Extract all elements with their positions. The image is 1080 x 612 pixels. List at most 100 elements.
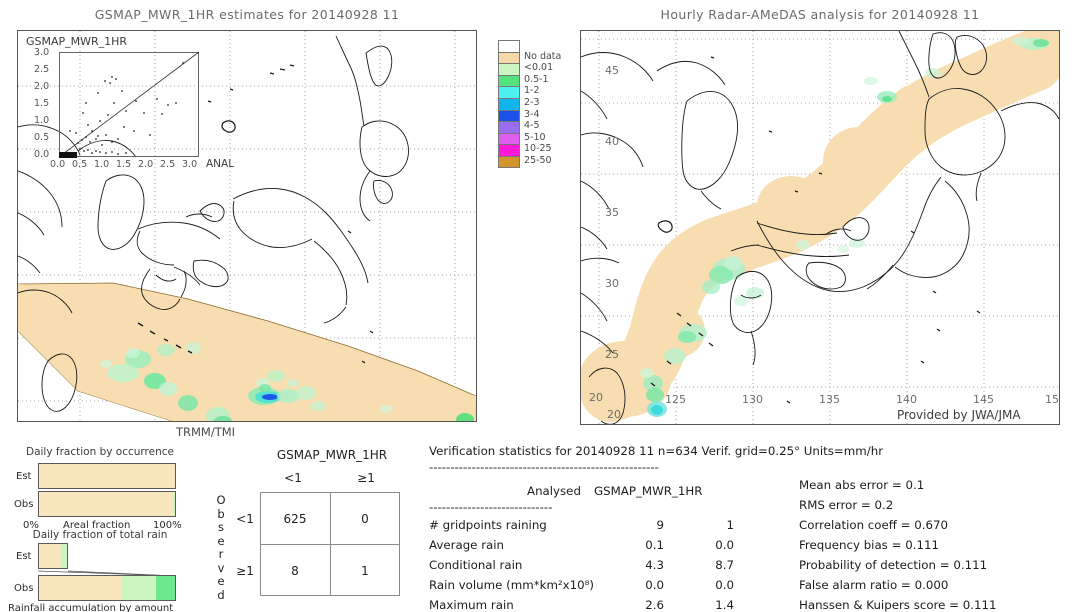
stats-row-analysed: 2.6	[645, 598, 664, 612]
left-panel-title: GSMAP_MWR_1HR estimates for 20140928 11	[94, 7, 400, 22]
bar-row-label-obs: Obs	[14, 583, 34, 594]
right-ytick-20: 20	[589, 391, 603, 404]
legend-label: 3-4	[524, 108, 540, 120]
bar-segment	[172, 492, 175, 516]
legend-swatch	[498, 97, 520, 110]
stats-row-label: # gridpoints raining	[429, 518, 547, 532]
stats-score: False alarm ratio = 0.000	[799, 578, 949, 592]
legend-label: 1-2	[524, 85, 540, 97]
stats-row-model: 0.0	[715, 578, 734, 592]
bar-row-label-obs: Obs	[14, 499, 34, 510]
right-xtick-135: 135	[819, 393, 840, 406]
contingency-cell-01: 0	[361, 512, 369, 526]
right-corner-label: 20	[607, 408, 621, 421]
legend-label: 25-50	[524, 154, 552, 166]
stats-row-model: 0.0	[715, 538, 734, 552]
bar-obs	[38, 491, 176, 517]
legend-label: 4-5	[524, 120, 540, 132]
stats-row-model: 8.7	[715, 558, 734, 572]
right-xtick-125: 125	[665, 393, 686, 406]
figure-root: GSMAP_MWR_1HR estimates for 20140928 11	[0, 0, 1080, 612]
chart-title: Daily fraction of total rain	[32, 529, 168, 541]
bar-axis-caption: Rainfall accumulation by amount	[8, 603, 174, 612]
stats-row-model: 1	[726, 518, 734, 532]
stats-score: Mean abs error = 0.1	[799, 478, 925, 492]
stats-score: Hanssen & Kuipers score = 0.111	[799, 598, 997, 612]
scatter-xtick-2.5: 2.5	[160, 159, 176, 170]
left-map-panel: GSMAP_MWR_1HR 3.0 2.5 2.0 1.5 1.0 0.5 0.…	[17, 30, 477, 422]
bar-est	[38, 543, 68, 569]
legend-swatch	[498, 121, 520, 133]
bar-obs	[38, 575, 176, 601]
stats-score: RMS error = 0.2	[799, 498, 894, 512]
scatter-ytick-1.5: 1.5	[34, 98, 50, 109]
stats-score: Correlation coeff = 0.670	[799, 518, 949, 532]
right-xtick-145: 145	[973, 393, 994, 406]
stats-col-header-analysed: Analysed	[527, 484, 581, 498]
bar-segment	[39, 544, 61, 568]
legend-label: 0.5-1	[524, 73, 549, 85]
contingency-col-header-lt1: <1	[284, 471, 302, 485]
contingency-row-header-lt1: <1	[236, 512, 254, 526]
right-panel-credit: Provided by JWA/JMA	[897, 408, 1021, 422]
scatter-inset: GSMAP_MWR_1HR 3.0 2.5 2.0 1.5 1.0 0.5 0.…	[26, 35, 234, 175]
contingency-hline	[260, 544, 400, 545]
stats-row-label: Conditional rain	[429, 558, 523, 572]
right-map-graphic	[581, 31, 1059, 424]
stats-divider-top: ----------------------------------------…	[429, 460, 659, 474]
scatter-ytick-0.0: 0.0	[34, 149, 50, 160]
stats-row-analysed: 9	[656, 518, 664, 532]
stats-row-label: Average rain	[429, 538, 505, 552]
right-ytick-30: 30	[605, 277, 619, 290]
contingency-col-header-ge1: ≥1	[357, 471, 375, 485]
right-xtick-140: 140	[896, 393, 917, 406]
contingency-side-label-observed: Observed	[216, 493, 226, 602]
right-xtick-130: 130	[742, 393, 763, 406]
scatter-ytick-1.0: 1.0	[34, 115, 50, 126]
legend-swatch	[498, 109, 520, 122]
scatter-ytick-2.5: 2.5	[34, 64, 50, 75]
legend-swatch	[498, 40, 520, 52]
contingency-cell-00: 625	[283, 512, 307, 526]
contingency-cell-11: 1	[361, 564, 369, 578]
legend-swatch	[498, 86, 520, 98]
scatter-xtick-2.0: 2.0	[138, 159, 154, 170]
right-ytick-35: 35	[605, 206, 619, 219]
stats-divider-sub: -----------------------------	[429, 500, 553, 514]
legend-swatch	[498, 51, 520, 64]
stats-score: Frequency bias = 0.111	[799, 538, 939, 552]
contingency-cell-10: 8	[291, 564, 299, 578]
legend-swatch	[498, 74, 520, 87]
scatter-ytick-2.0: 2.0	[34, 81, 50, 92]
stats-score: Probability of detection = 0.111	[799, 558, 988, 572]
bar-est	[38, 463, 176, 489]
stats-row-label: Maximum rain	[429, 598, 514, 612]
legend-label: <0.01	[524, 62, 554, 74]
stats-row-analysed: 0.1	[645, 538, 664, 552]
right-ytick-40: 40	[605, 135, 619, 148]
contingency-row-header-ge1: ≥1	[236, 564, 254, 578]
legend-label: 2-3	[524, 96, 540, 108]
scatter-xtick-1.5: 1.5	[116, 159, 132, 170]
bar-segment	[60, 544, 67, 568]
right-ytick-25: 25	[605, 348, 619, 361]
stats-row-label: Rain volume (mm*km²x10⁸)	[429, 578, 594, 592]
daily-fraction-total-rain-chart: Daily fraction of total rain Est Obs Rai…	[0, 529, 200, 612]
contingency-title: GSMAP_MWR_1HR	[276, 448, 388, 462]
bar-row-label-est: Est	[16, 471, 32, 482]
stats-row-model: 1.4	[715, 598, 734, 612]
scatter-xtick-3.0: 3.0	[182, 159, 198, 170]
bar-segment	[39, 464, 175, 488]
stats-row-analysed: 4.3	[645, 558, 664, 572]
legend-swatch	[498, 132, 520, 145]
contingency-table: GSMAP_MWR_1HR <1 ≥1 625 0 8 1 <1 ≥1 Obse…	[216, 446, 420, 606]
legend-label: No data	[524, 50, 562, 62]
scatter-xtick-0.0: 0.0	[50, 159, 66, 170]
bar-segment	[39, 576, 121, 600]
scatter-ytick-3.0: 3.0	[34, 47, 50, 58]
legend-label: 10-25	[524, 143, 552, 155]
scatter-xtick-1.0: 1.0	[94, 159, 110, 170]
legend-swatch	[498, 155, 520, 168]
legend-swatch	[498, 63, 520, 75]
legend-swatch	[498, 144, 520, 156]
